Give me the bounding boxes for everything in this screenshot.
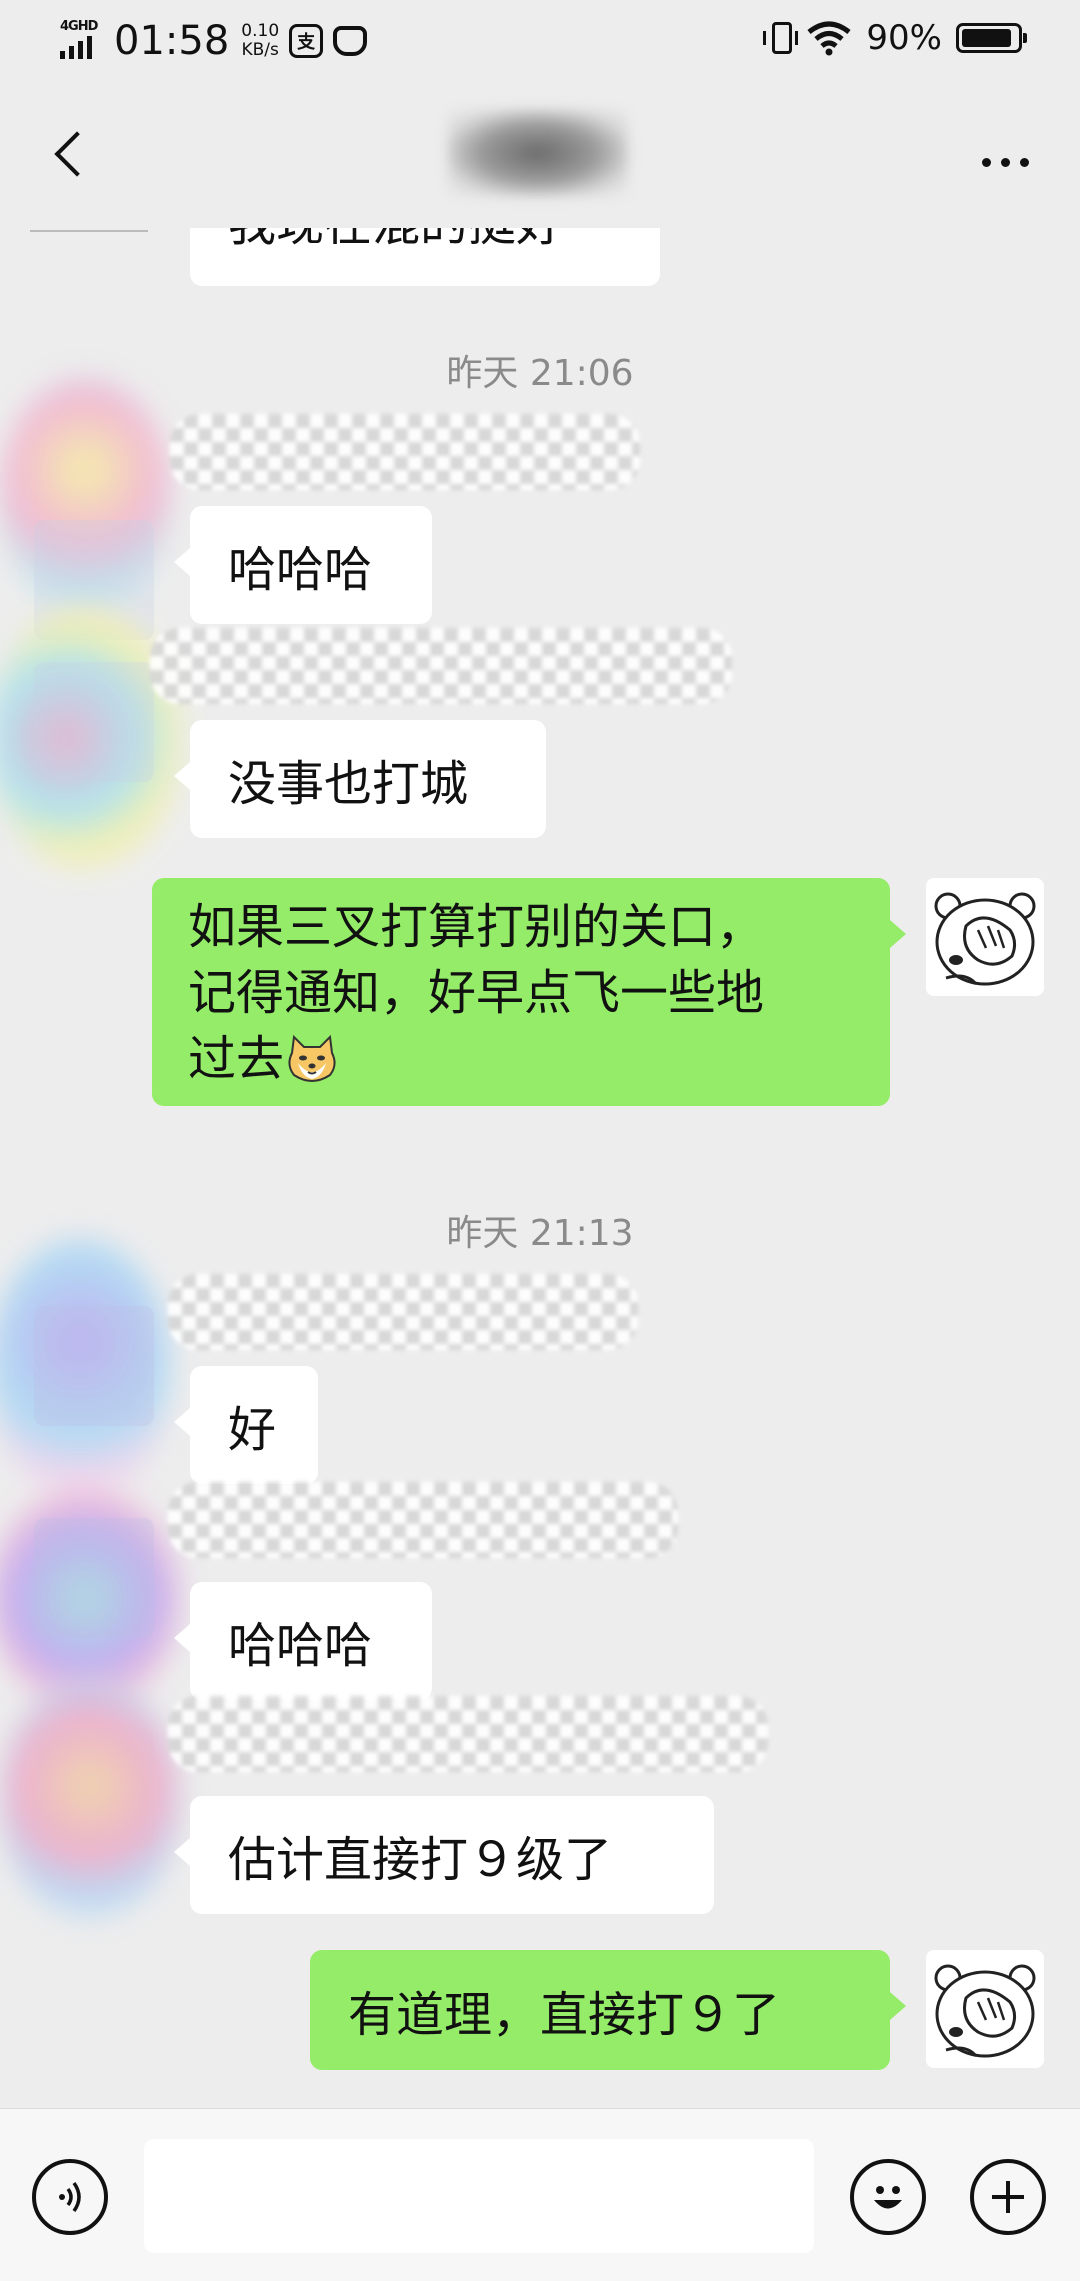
my-message-bubble[interactable]: 有道理，直接打９了	[310, 1950, 906, 2070]
avatar-partial	[30, 228, 148, 232]
emoji-icon	[874, 2186, 902, 2209]
battery-percent: 90%	[866, 18, 942, 58]
redacted-nickname	[168, 1696, 768, 1772]
message-bubble[interactable]: 好	[174, 1366, 318, 1484]
bear-facepalm-icon	[934, 1964, 1036, 2058]
plus-icon	[992, 2181, 1024, 2213]
message-bubble[interactable]: 没事也打城	[174, 720, 546, 838]
avatar[interactable]	[34, 1518, 154, 1638]
vibrate-icon	[763, 22, 799, 54]
input-bar	[0, 2108, 1080, 2281]
network-speed: 0.10 KB/s	[241, 21, 280, 60]
plus-button[interactable]	[970, 2159, 1046, 2235]
redacted-nickname	[168, 1482, 678, 1558]
message-bubble[interactable]: 我现在混的挺好	[190, 228, 660, 286]
my-avatar[interactable]	[926, 878, 1044, 996]
back-chevron-icon	[54, 131, 100, 177]
my-message-bubble[interactable]: 如果三叉打算打别的关口， 记得通知，好早点飞一些地 过去	[152, 878, 906, 1106]
avatar[interactable]	[34, 662, 154, 782]
back-button[interactable]	[38, 122, 102, 186]
emoji-button[interactable]	[850, 2159, 926, 2235]
voice-icon	[59, 2181, 81, 2213]
clock: 01:58	[114, 18, 230, 64]
battery-icon	[956, 23, 1027, 53]
timestamp: 昨天 21:06	[446, 353, 634, 394]
avatar[interactable]	[34, 1306, 154, 1426]
timestamp: 昨天 21:13	[446, 1213, 634, 1254]
doge-emoji-icon	[288, 1034, 336, 1082]
redacted-nickname	[150, 628, 732, 704]
wifi-icon	[807, 21, 851, 56]
voice-button[interactable]	[32, 2159, 108, 2235]
my-avatar[interactable]	[926, 1950, 1044, 2068]
network-type: 4GHD	[60, 19, 98, 34]
redacted-nickname	[170, 414, 640, 490]
message-list[interactable]: 我现在混的挺好 昨天 21:06 哈哈哈 没事也打城 如果三叉打算打别的关口， …	[0, 228, 1080, 2108]
more-dots-icon	[981, 157, 991, 167]
message-bubble[interactable]: 估计直接打９级了	[174, 1796, 714, 1914]
more-button[interactable]	[970, 144, 1040, 180]
status-bar: 4GHD 01:58 0.10 KB/s 支 90%	[0, 0, 1080, 84]
chat-title-redacted	[448, 110, 628, 196]
redacted-nickname	[168, 1274, 638, 1350]
message-bubble[interactable]: 哈哈哈	[174, 506, 432, 624]
chat-header	[0, 84, 1080, 228]
notification-app-icon: 支	[289, 24, 324, 58]
notification-app-icon-2	[333, 26, 368, 56]
avatar[interactable]	[34, 1728, 154, 1848]
bear-facepalm-icon	[934, 892, 1036, 986]
message-bubble[interactable]: 哈哈哈	[174, 1582, 432, 1700]
signal-icon: 4GHD	[60, 19, 104, 61]
message-input[interactable]	[144, 2139, 814, 2253]
